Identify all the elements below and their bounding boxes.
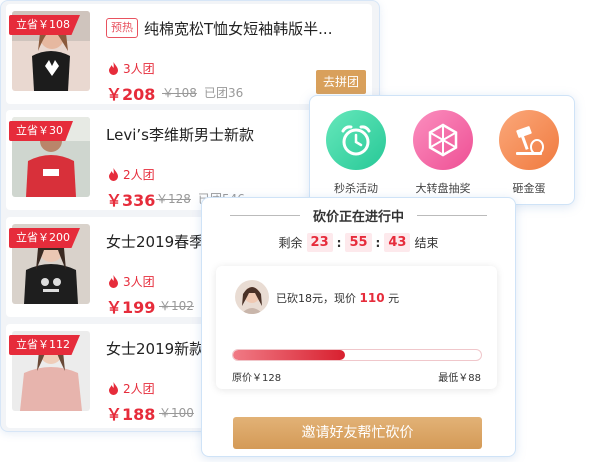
countdown-seconds: 43 xyxy=(384,233,411,252)
original-price: ￥102 xyxy=(159,299,194,313)
sold-count: 已团36 xyxy=(204,86,244,100)
group-size: 2人团 xyxy=(108,166,155,183)
invite-friends-button[interactable]: 邀请好友帮忙砍价 xyxy=(233,417,482,449)
savings-badge: 立省￥200 xyxy=(9,228,80,248)
product-title[interactable]: Levi’s李维斯男士新款 xyxy=(106,124,254,145)
savings-badge: 立省￥108 xyxy=(9,15,80,35)
preheat-tag: 预热 xyxy=(106,18,138,38)
group-size-label: 2人团 xyxy=(123,168,155,182)
savings-badge: 立省￥30 xyxy=(9,121,73,141)
group-size: 3人团 xyxy=(108,60,155,77)
bargain-progress-bar xyxy=(232,349,482,361)
activity-label: 砸金蛋 xyxy=(512,182,546,195)
activity-lucky-wheel[interactable]: 大转盘抽奖 xyxy=(408,110,478,196)
group-size-label: 2人团 xyxy=(123,382,155,396)
price-unit: 元 xyxy=(388,292,400,305)
product-title[interactable]: 纯棉宽松T恤女短袖韩版半... xyxy=(144,18,332,39)
flame-icon xyxy=(109,382,118,395)
group-size: 2人团 xyxy=(108,380,155,397)
bargain-status: 已砍18元，现价 110 元 xyxy=(276,290,399,306)
group-price: ￥188 xyxy=(106,405,156,424)
cut-amount-text: 已砍18元，现价 xyxy=(276,292,356,305)
prize-wheel-icon[interactable] xyxy=(413,110,473,170)
countdown-minutes: 55 xyxy=(345,233,372,252)
colon: : xyxy=(336,235,342,250)
activity-golden-egg[interactable]: 砸金蛋 xyxy=(494,110,564,196)
list-item[interactable]: 立省￥108 预热 纯棉宽松T恤女短袖韩版半... 3人团 ￥208 ￥108 … xyxy=(6,4,372,104)
group-price: ￥208 xyxy=(106,85,156,104)
savings-badge: 立省￥112 xyxy=(9,335,80,355)
countdown-timer: 剩余 23 : 55 : 43 结束 xyxy=(202,233,515,252)
original-price-label: 原价￥128 xyxy=(232,373,282,384)
end-label: 结束 xyxy=(414,236,439,250)
avatar xyxy=(235,280,269,314)
lowest-price-label: 最低￥88 xyxy=(438,373,481,384)
original-price: ￥128 xyxy=(156,192,191,206)
flame-icon xyxy=(109,62,118,75)
activity-flash-sale[interactable]: 秒杀活动 xyxy=(321,110,391,196)
title-divider-right xyxy=(417,215,487,216)
hammer-egg-icon[interactable] xyxy=(499,110,559,170)
group-price: ￥336 xyxy=(106,191,156,210)
bargain-progress-card: 已砍18元，现价 110 元 原价￥128 最低￥88 xyxy=(216,266,497,389)
alarm-clock-icon[interactable] xyxy=(326,110,386,170)
original-price: ￥100 xyxy=(159,406,194,420)
group-size-label: 3人团 xyxy=(123,275,155,289)
original-price: ￥108 xyxy=(162,86,197,100)
activity-label: 秒杀活动 xyxy=(334,182,378,195)
bargain-panel: 砍价正在进行中 剩余 23 : 55 : 43 结束 已砍18元，现价 110 … xyxy=(201,197,516,457)
current-price: 110 xyxy=(359,291,385,305)
group-size: 3人团 xyxy=(108,273,155,290)
flame-icon xyxy=(109,168,118,181)
join-group-button[interactable]: 去拼团 xyxy=(316,70,366,94)
countdown-hours: 23 xyxy=(306,233,333,252)
group-price: ￥199 xyxy=(106,298,156,317)
marketing-activities-panel: 秒杀活动 大转盘抽奖 砸金蛋 xyxy=(309,95,575,205)
group-size-label: 3人团 xyxy=(123,62,155,76)
colon: : xyxy=(375,235,381,250)
flame-icon xyxy=(109,275,118,288)
remaining-label: 剩余 xyxy=(278,236,303,250)
activity-label: 大转盘抽奖 xyxy=(415,182,471,195)
bargain-progress-fill xyxy=(233,350,345,360)
